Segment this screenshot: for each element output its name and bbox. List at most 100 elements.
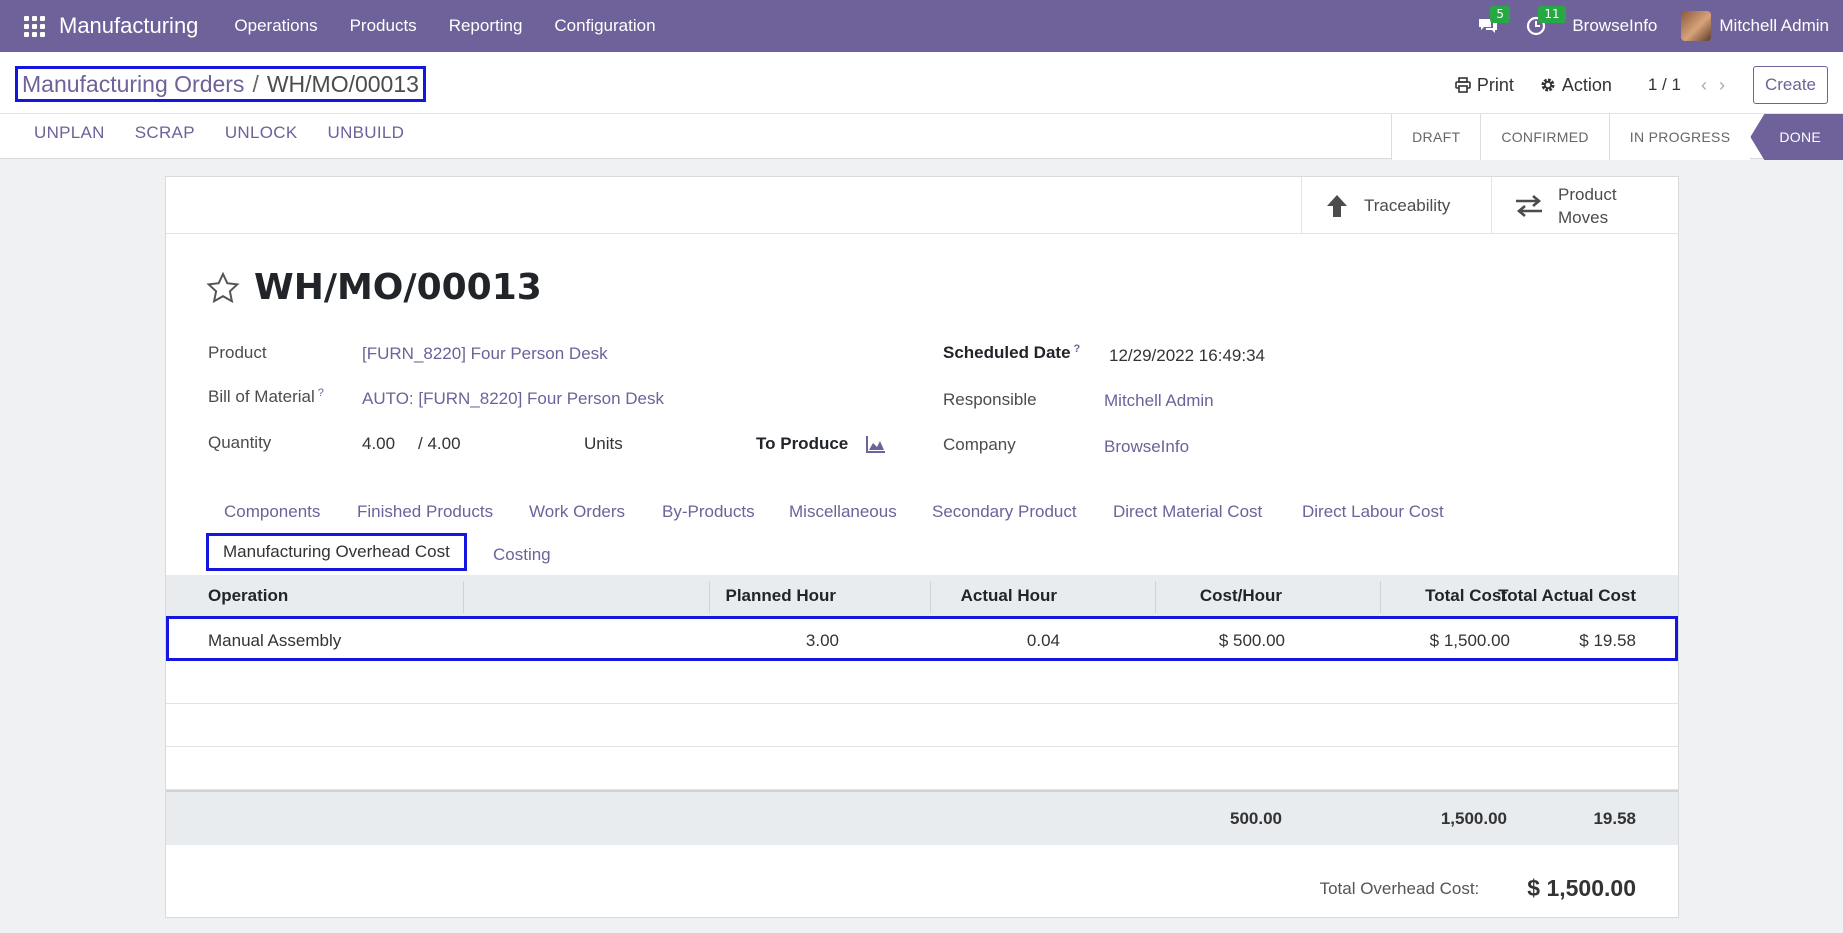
status-bar: DRAFT CONFIRMED IN PROGRESS DONE	[1391, 114, 1843, 160]
user-name: Mitchell Admin	[1719, 16, 1829, 35]
pager-previous-icon[interactable]: ‹	[1701, 75, 1707, 96]
create-button[interactable]: Create	[1752, 66, 1828, 104]
record-title: WH/MO/00013	[254, 267, 542, 308]
bom-label: Bill of Material?	[208, 387, 324, 406]
product-label: Product	[208, 343, 267, 362]
footer-total-actual-cost: 19.58	[1593, 809, 1636, 828]
action-label: Action	[1561, 74, 1612, 95]
tab-secondary-product[interactable]: Secondary Product	[932, 502, 1077, 522]
column-planned-hour[interactable]: Planned Hour	[725, 586, 836, 606]
control-panel: Manufacturing Orders / WH/MO/00013 Print…	[0, 52, 1843, 160]
activities-button[interactable]: 11	[1524, 6, 1566, 38]
pager-value[interactable]: 1 / 1	[1648, 75, 1681, 95]
company-field[interactable]: BrowseInfo	[1104, 437, 1189, 457]
column-cost-hour[interactable]: Cost/Hour	[1200, 586, 1282, 606]
tab-direct-material-cost[interactable]: Direct Material Cost	[1113, 502, 1262, 522]
product-field[interactable]: [FURN_8220] Four Person Desk	[362, 344, 608, 364]
form-sheet: Traceability Product Moves WH/MO/00013 P…	[165, 176, 1679, 918]
traceability-label: Traceability	[1364, 195, 1451, 215]
unbuild-button[interactable]: UNBUILD	[310, 123, 417, 143]
action-buttons: UNPLAN SCRAP UNLOCK UNBUILD	[22, 123, 416, 143]
main-menu: Operations Products Reporting Configurat…	[218, 16, 671, 36]
tab-direct-labour-cost[interactable]: Direct Labour Cost	[1302, 502, 1444, 522]
stage-done[interactable]: DONE	[1750, 114, 1843, 160]
arrow-up-icon	[1327, 194, 1347, 217]
star-icon[interactable]	[206, 271, 240, 305]
area-chart-icon[interactable]	[866, 435, 886, 453]
quantity-field[interactable]: 4.00	[362, 434, 395, 454]
column-divider	[1380, 581, 1381, 613]
table-footer: 500.00 1,500.00 19.58	[166, 790, 1678, 845]
pager-next-icon[interactable]: ›	[1719, 75, 1725, 96]
product-moves-button[interactable]: Product Moves	[1491, 177, 1679, 234]
user-menu[interactable]: Mitchell Admin	[1681, 11, 1829, 41]
total-overhead-value: $ 1,500.00	[1527, 875, 1636, 901]
cell-total-actual-cost: $ 19.58	[1579, 631, 1636, 650]
stage-in-progress[interactable]: IN PROGRESS	[1608, 114, 1751, 160]
product-moves-label-line1: Product	[1558, 184, 1617, 204]
cell-total-cost: $ 1,500.00	[1429, 631, 1510, 650]
tab-by-products[interactable]: By-Products	[662, 502, 755, 522]
record-title-row: WH/MO/00013	[206, 267, 542, 308]
responsible-field[interactable]: Mitchell Admin	[1104, 391, 1214, 411]
column-divider	[930, 581, 931, 613]
company-switcher[interactable]: BrowseInfo	[1572, 16, 1657, 36]
breadcrumb-parent[interactable]: Manufacturing Orders	[22, 71, 244, 98]
menu-configuration[interactable]: Configuration	[538, 16, 671, 36]
responsible-label: Responsible	[943, 390, 1037, 409]
menu-operations[interactable]: Operations	[218, 16, 333, 36]
traceability-button[interactable]: Traceability	[1301, 177, 1491, 234]
stage-confirmed[interactable]: CONFIRMED	[1480, 114, 1609, 160]
avatar	[1681, 11, 1712, 41]
gear-icon	[1541, 78, 1555, 92]
messages-button[interactable]: 5	[1476, 6, 1510, 38]
unplan-button[interactable]: UNPLAN	[22, 123, 117, 143]
breadcrumb-current: WH/MO/00013	[266, 70, 419, 97]
bom-help-mark[interactable]: ?	[318, 387, 324, 399]
app-name[interactable]: Manufacturing	[59, 13, 198, 39]
column-actual-hour[interactable]: Actual Hour	[961, 586, 1057, 606]
tab-miscellaneous[interactable]: Miscellaneous	[789, 502, 897, 522]
stage-draft[interactable]: DRAFT	[1391, 114, 1481, 160]
cell-planned-hour: 3.00	[805, 631, 839, 650]
breadcrumb: Manufacturing Orders / WH/MO/00013	[15, 66, 426, 102]
smart-buttons: Traceability Product Moves	[166, 177, 1678, 234]
empty-row	[166, 661, 1678, 704]
tab-costing[interactable]: Costing	[493, 545, 551, 565]
total-overhead-cost: Total Overhead Cost: $ 1,500.00	[1320, 875, 1636, 902]
menu-reporting[interactable]: Reporting	[433, 16, 539, 36]
tab-manufacturing-overhead-cost[interactable]: Manufacturing Overhead Cost	[206, 533, 467, 571]
unlock-button[interactable]: UNLOCK	[207, 123, 310, 143]
cell-cost-hour: $ 500.00	[1218, 631, 1285, 650]
bom-field[interactable]: AUTO: [FURN_8220] Four Person Desk	[362, 389, 664, 409]
tab-work-orders[interactable]: Work Orders	[529, 502, 625, 522]
scrap-button[interactable]: SCRAP	[117, 123, 207, 143]
company-label: Company	[943, 435, 1016, 454]
scheduled-date-field[interactable]: 12/29/2022 16:49:34	[1109, 346, 1265, 366]
table-row[interactable]: Manual Assembly 3.00 0.04 $ 500.00 $ 1,5…	[166, 616, 1678, 661]
messages-badge: 5	[1490, 6, 1510, 23]
print-button[interactable]: Print	[1455, 75, 1514, 96]
product-moves-label-line2: Moves	[1558, 207, 1609, 227]
breadcrumb-separator: /	[252, 70, 259, 97]
empty-row	[166, 704, 1678, 747]
scheduled-date-help-mark[interactable]: ?	[1074, 343, 1081, 355]
action-button[interactable]: Action	[1540, 75, 1612, 96]
to-produce-label: To Produce	[756, 434, 849, 453]
column-operation[interactable]: Operation	[208, 586, 288, 606]
total-overhead-label: Total Overhead Cost:	[1319, 878, 1480, 898]
tab-finished-products[interactable]: Finished Products	[357, 502, 493, 522]
tab-components[interactable]: Components	[224, 502, 320, 522]
print-icon	[1455, 77, 1471, 93]
quantity-total: / 4.00	[418, 434, 461, 453]
footer-cost-hour: 500.00	[1230, 809, 1282, 828]
apps-menu-icon[interactable]	[22, 14, 46, 38]
uom-field[interactable]: Units	[584, 434, 623, 454]
column-divider	[1155, 581, 1156, 613]
column-total-cost[interactable]: Total Cost	[1425, 586, 1507, 606]
cell-actual-hour: 0.04	[1026, 631, 1060, 650]
exchange-icon	[1516, 194, 1542, 217]
column-total-actual-cost[interactable]: Total Actual Cost	[1498, 586, 1636, 606]
table-header: Operation Planned Hour Actual Hour Cost/…	[166, 575, 1678, 617]
menu-products[interactable]: Products	[334, 16, 433, 36]
